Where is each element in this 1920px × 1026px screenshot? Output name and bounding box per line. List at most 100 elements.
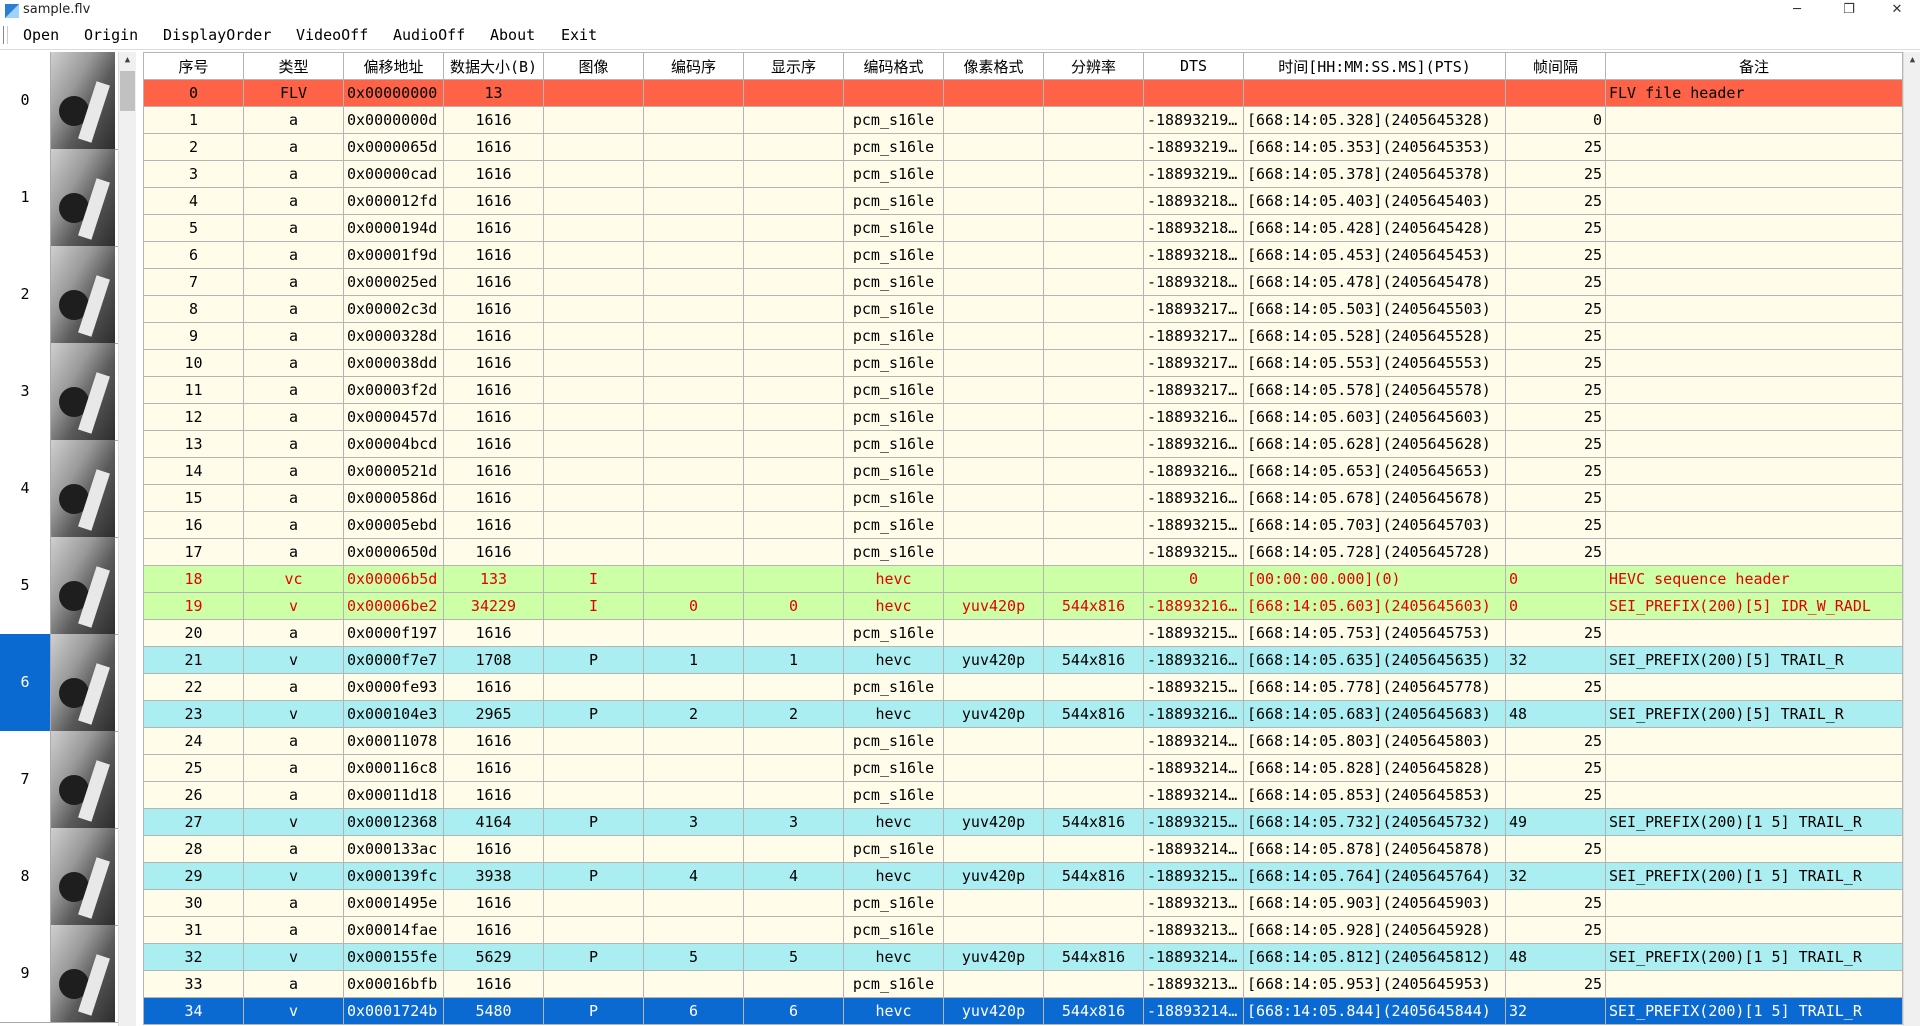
column-header[interactable]: 类型 — [243, 52, 344, 80]
table-row[interactable]: 18 vc 0x00006b5d 133 Ihevc 0 [00:00:00.000](0)… — [143, 565, 1903, 593]
table-row[interactable]: 2a0x0000065d1616 pcm_s16le -18893219...[66… — [143, 133, 1903, 161]
table-row[interactable]: 23 v 0x000104e3 2965 P 2 2 hevc yuv420p 544x816 -1… — [143, 700, 1903, 728]
table-scrollbar[interactable]: ▲ — [1903, 52, 1920, 1026]
table-row[interactable]: 6a0x00001f9d1616 pcm_s16le -18893218...[66… — [143, 241, 1903, 269]
table-row[interactable]: 31a0x00014fae1616 pcm_s16le -18893213...[6… — [143, 916, 1903, 944]
column-header[interactable]: 序号 — [143, 52, 244, 80]
video-frame-thumbnail[interactable] — [51, 731, 115, 828]
thumbnail-item[interactable]: 7 — [0, 731, 118, 829]
table-row[interactable]: 5a0x0000194d1616 pcm_s16le -18893218...[66… — [143, 214, 1903, 242]
thumbnail-list[interactable]: 0123456789 — [0, 52, 119, 1026]
table-cell: [668:14:05.812](2405645812) — [1243, 943, 1506, 971]
video-frame-thumbnail[interactable] — [51, 537, 115, 634]
table-row[interactable]: 29 v 0x000139fc 3938 P 4 4 hevc yuv420p 544x816 -1… — [143, 862, 1903, 890]
video-frame-thumbnail[interactable] — [51, 440, 115, 537]
table-cell: 0 — [1505, 592, 1606, 620]
table-cell: a — [243, 916, 344, 944]
column-header[interactable]: 编码格式 — [843, 52, 944, 80]
thumbnail-item[interactable]: 5 — [0, 537, 118, 635]
scroll-up-arrow-icon[interactable]: ▲ — [119, 52, 136, 69]
table-row[interactable]: 20a0x0000f1971616 pcm_s16le -18893215...[6… — [143, 619, 1903, 647]
column-header[interactable]: 备注 — [1605, 52, 1903, 80]
table-row[interactable]: 24a0x000110781616 pcm_s16le -18893214...[6… — [143, 727, 1903, 755]
table-row[interactable]: 3a0x00000cad1616 pcm_s16le -18893219...[66… — [143, 160, 1903, 188]
table-cell — [943, 889, 1044, 917]
table-row[interactable]: 26a0x00011d181616 pcm_s16le -18893214...[6… — [143, 781, 1903, 809]
scroll-up-arrow-icon[interactable]: ▲ — [1904, 52, 1920, 69]
table-row[interactable]: 4a0x000012fd1616 pcm_s16le -18893218...[66… — [143, 187, 1903, 215]
table-row[interactable]: 10a0x000038dd1616 pcm_s16le -18893217...[6… — [143, 349, 1903, 377]
table-row[interactable]: 19 v 0x00006be2 34229 I 0 0 hevc yuv420p 544x816-… — [143, 592, 1903, 620]
column-header[interactable]: 像素格式 — [943, 52, 1044, 80]
table-row[interactable]: 14a0x0000521d1616 pcm_s16le -18893216...[6… — [143, 457, 1903, 485]
thumbnail-scrollbar[interactable]: ▲ — [118, 52, 136, 1026]
table-row[interactable]: 21 v 0x0000f7e7 1708 P 1 1 hevc yuv420p 544x816 -1… — [143, 646, 1903, 674]
table-row[interactable]: 28a0x000133ac1616 pcm_s16le -18893214...[6… — [143, 835, 1903, 863]
thumbnail-item[interactable]: 9 — [0, 925, 118, 1023]
table-cell — [643, 457, 744, 485]
table-cell — [743, 754, 844, 782]
column-header[interactable]: DTS — [1143, 52, 1244, 80]
video-frame-thumbnail[interactable] — [51, 343, 115, 440]
column-header[interactable]: 数据大小(B) — [443, 52, 544, 80]
table-row[interactable]: 7a0x000025ed1616 pcm_s16le -18893218...[66… — [143, 268, 1903, 296]
table-cell: 0x00011078 — [343, 727, 444, 755]
thumbnail-item[interactable]: 1 — [0, 149, 118, 247]
table-cell: [668:14:05.603](2405645603) — [1243, 403, 1506, 431]
table-row[interactable]: 8a0x00002c3d1616 pcm_s16le -18893217...[66… — [143, 295, 1903, 323]
table-row[interactable]: 30a0x0001495e1616 pcm_s16le -18893213...[6… — [143, 889, 1903, 917]
menu-open[interactable]: Open — [23, 26, 59, 44]
table-row[interactable]: 33a0x00016bfb1616 pcm_s16le -18893213...[6… — [143, 970, 1903, 998]
table-cell — [543, 673, 644, 701]
toolbar-grip[interactable] — [3, 26, 8, 44]
menu-about[interactable]: About — [490, 26, 535, 44]
table-row[interactable]: 25a0x000116c81616pcm_s16le-18893214...[6… — [143, 754, 1903, 782]
column-header[interactable]: 显示序 — [743, 52, 844, 80]
video-frame-thumbnail[interactable] — [51, 634, 115, 731]
column-header[interactable]: 时间[HH:MM:SS.MS](PTS) — [1243, 52, 1506, 80]
table-row[interactable]: 9a0x0000328d1616 pcm_s16le -18893217...[66… — [143, 322, 1903, 350]
table-row[interactable]: 11a0x00003f2d1616 pcm_s16le -18893217...[6… — [143, 376, 1903, 404]
thumbnail-item[interactable]: 4 — [0, 440, 118, 538]
table-cell — [743, 889, 844, 917]
scroll-thumb[interactable] — [120, 71, 135, 111]
close-button[interactable]: ✕ — [1874, 0, 1920, 22]
thumbnail-item[interactable]: 2 — [0, 246, 118, 344]
table-row[interactable]: 27 v 0x00012368 4164 P 3 3 hevc yuv420p 544x816 -1… — [143, 808, 1903, 836]
table-row[interactable]: 1a0x0000000d1616 pcm_s16le -18893219...[66… — [143, 106, 1903, 134]
video-frame-thumbnail[interactable] — [51, 246, 115, 343]
menu-video-off[interactable]: VideoOff — [296, 26, 368, 44]
column-header[interactable]: 分辨率 — [1043, 52, 1144, 80]
table-row[interactable]: 13a0x00004bcd1616 pcm_s16le -18893216...[6… — [143, 430, 1903, 458]
table-row[interactable]: 16a0x00005ebd1616 pcm_s16le -18893215...[6… — [143, 511, 1903, 539]
thumbnail-item[interactable]: 6 — [0, 634, 118, 732]
menu-exit[interactable]: Exit — [561, 26, 597, 44]
restore-button[interactable]: ❐ — [1826, 0, 1872, 22]
table-row[interactable]: 0 FLV 0x00000000 13 FLV file header — [143, 79, 1903, 107]
table-cell: [668:14:05.703](2405645703) — [1243, 511, 1506, 539]
column-header[interactable]: 编码序 — [643, 52, 744, 80]
minimize-button[interactable]: ─ — [1774, 0, 1820, 22]
table-row[interactable]: 15a0x0000586d1616 pcm_s16le -18893216...[6… — [143, 484, 1903, 512]
table-row[interactable]: 32 v 0x000155fe 5629 P 5 5 hevc yuv420p 544x816 -1… — [143, 943, 1903, 971]
table-cell: a — [243, 187, 344, 215]
menu-display-order[interactable]: DisplayOrder — [163, 26, 271, 44]
column-header[interactable]: 帧间隔 — [1505, 52, 1606, 80]
thumbnail-item[interactable]: 3 — [0, 343, 118, 441]
thumbnail-item[interactable]: 0 — [0, 52, 118, 150]
table-row[interactable]: 12a0x0000457d1616 pcm_s16le -18893216...[6… — [143, 403, 1903, 431]
column-header[interactable]: 偏移地址 — [343, 52, 444, 80]
column-header[interactable]: 图像 — [543, 52, 644, 80]
video-frame-thumbnail[interactable] — [51, 828, 115, 925]
table-cell: a — [243, 457, 344, 485]
table-row[interactable]: 17a0x0000650d1616 pcm_s16le -18893215...[6… — [143, 538, 1903, 566]
video-frame-thumbnail[interactable] — [51, 52, 115, 149]
menu-audio-off[interactable]: AudioOff — [393, 26, 465, 44]
video-frame-thumbnail[interactable] — [51, 925, 115, 1022]
menu-origin[interactable]: Origin — [84, 26, 138, 44]
table-cell: v — [243, 997, 344, 1025]
table-row[interactable]: 22a0x0000fe931616 pcm_s16le -18893215...[6… — [143, 673, 1903, 701]
video-frame-thumbnail[interactable] — [51, 149, 115, 246]
thumbnail-item[interactable]: 8 — [0, 828, 118, 926]
table-row[interactable]: 34 v 0x0001724b 5480 P 6 6 hevc yuv420p 544x816 -1… — [143, 997, 1903, 1025]
